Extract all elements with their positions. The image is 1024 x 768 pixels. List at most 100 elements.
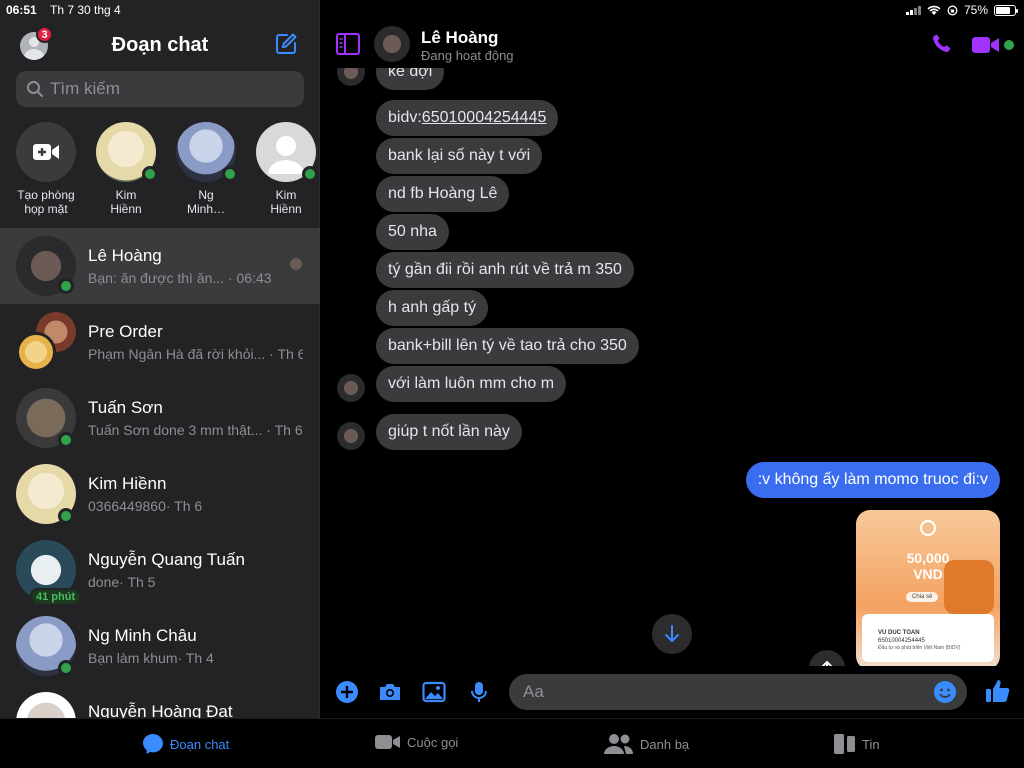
- create-room-circle: [16, 122, 76, 182]
- online-dot: [222, 166, 238, 182]
- conversation-item[interactable]: Tuấn Sơn Tuấn Sơn done 3 mm thật... · Th…: [0, 380, 320, 456]
- online-indicator: [1004, 40, 1014, 50]
- thumbs-up-icon[interactable]: [985, 678, 1011, 704]
- tab-label: Cuộc gọi: [407, 734, 459, 750]
- search-icon: [27, 81, 43, 97]
- contact-avatar[interactable]: [374, 26, 410, 62]
- online-dot: [142, 166, 158, 182]
- group-avatar-front: [16, 332, 56, 372]
- conversation-list: Lê Hoàng Bạn: ăn được thì ăn... · 06:43 …: [0, 228, 320, 718]
- status-date: Th 7 30 thg 4: [50, 3, 121, 17]
- sender-avatar: [337, 374, 365, 402]
- conversation-snippet: Tuấn Sơn done 3 mm thật... · Th 6: [88, 422, 303, 438]
- emoji-icon[interactable]: [933, 680, 957, 704]
- story-kim-hien-2[interactable]: Kim Hiềnn: [246, 122, 326, 216]
- conversation-item[interactable]: 41 phút Nguyễn Quang Tuấn done· Th 5: [0, 532, 320, 608]
- sidebar-toggle-icon[interactable]: [336, 33, 360, 55]
- message-bubble[interactable]: bidv:65010004254445: [376, 100, 559, 136]
- microphone-icon[interactable]: [467, 680, 491, 704]
- share-button[interactable]: [809, 650, 845, 666]
- conversation-name: Nguyễn Quang Tuấn: [88, 550, 245, 569]
- stories-icon: [834, 734, 855, 754]
- message-area: kê đợi bidv:65010004254445 bank lại số n…: [321, 68, 1024, 666]
- story-label-4a: Kim: [275, 188, 297, 202]
- wifi-icon: [927, 5, 941, 15]
- conversation-name: Kim Hiềnn: [88, 474, 167, 493]
- add-icon[interactable]: [335, 680, 359, 704]
- story-avatar: [256, 122, 318, 182]
- video-call-icon[interactable]: [972, 35, 1000, 55]
- tab-label: Đoạn chat: [170, 736, 230, 752]
- online-dot: [58, 432, 74, 448]
- online-dot: [302, 166, 318, 182]
- stories-row: Tạo phòng họp mặt Kim Hiềnn Ng Minh… Kim Hiề…: [0, 122, 320, 222]
- tab-calls[interactable]: Cuộc gọi: [375, 733, 458, 751]
- message-bubble[interactable]: giúp t nốt lần này: [376, 414, 522, 450]
- message-bubble[interactable]: bank+bill lên tý về tao trả cho 350: [376, 328, 639, 364]
- story-kim-hien[interactable]: Kim Hiềnn: [86, 122, 166, 216]
- story-label-4b: Hiềnn: [270, 202, 302, 216]
- conversation-snippet: Bạn: ăn được thì ăn... · 06:43: [88, 270, 272, 286]
- conversation-item[interactable]: Nguyễn Hoàng Đạt: [0, 684, 320, 718]
- message-bubble[interactable]: 50 nha: [376, 214, 449, 250]
- story-label-2b: Hiềnn: [110, 202, 142, 216]
- receipt-amount: 50,000 VND: [906, 550, 950, 582]
- phone-icon[interactable]: [930, 32, 954, 56]
- online-dot: [58, 278, 74, 294]
- tab-chats[interactable]: Đoạn chat: [142, 733, 229, 755]
- sender-avatar: [337, 68, 365, 86]
- message-input-placeholder: Aa: [523, 682, 544, 701]
- search-input[interactable]: Tìm kiếm: [16, 71, 304, 107]
- signal-icon: [905, 5, 921, 15]
- receipt-account: 65010004254445: [878, 638, 925, 644]
- check-icon: [920, 520, 936, 536]
- message-bubble[interactable]: tý gần đii rồi anh rút về trả m 350: [376, 252, 634, 288]
- story-label-1b: họp mặt: [24, 202, 68, 216]
- status-right: 75%: [905, 3, 1018, 17]
- receipt-recipient: VU DUC TOAN: [878, 630, 920, 636]
- contact-name[interactable]: Lê Hoàng: [421, 28, 498, 48]
- account-number-link[interactable]: 65010004254445: [422, 109, 547, 126]
- tab-label: Tin: [862, 736, 880, 752]
- chat-bubble-icon: [143, 734, 163, 754]
- tiger-illustration: [944, 560, 994, 614]
- tab-stories[interactable]: Tin: [834, 733, 880, 755]
- receipt-image[interactable]: 50,000 VND Chia sẻ VU DUC TOAN 650100042…: [856, 510, 1000, 666]
- conversation-snippet: done· Th 5: [88, 574, 156, 590]
- story-create-room[interactable]: Tạo phòng họp mặt: [6, 122, 86, 216]
- receipt-share: Chia sẻ: [906, 592, 939, 602]
- tab-contacts[interactable]: Danh bạ: [604, 733, 689, 755]
- tab-bar: Đoạn chat Cuộc gọi Danh bạ Tin: [0, 718, 1024, 768]
- conversation-snippet: Bạn làm khum· Th 4: [88, 650, 214, 666]
- message-bubble[interactable]: bank lại số này t với: [376, 138, 543, 174]
- conversation-item[interactable]: Ng Minh Châu Bạn làm khum· Th 4: [0, 608, 320, 684]
- story-label-2a: Kim: [115, 188, 137, 202]
- battery-icon: [994, 4, 1018, 16]
- status-bar: 06:51 Th 7 30 thg 4 75%: [0, 0, 1024, 20]
- conversation-item[interactable]: Lê Hoàng Bạn: ăn được thì ăn... · 06:43: [0, 228, 320, 304]
- story-ng-minh[interactable]: Ng Minh…: [166, 122, 246, 216]
- message-bubble[interactable]: h anh gấp tý: [376, 290, 489, 326]
- sidebar-title: Đoạn chat: [111, 34, 209, 56]
- message-text: bidv:: [388, 109, 422, 126]
- scroll-down-button[interactable]: [652, 614, 692, 654]
- status-time: 06:51: [6, 3, 37, 17]
- conversation-item[interactable]: Pre Order Phạm Ngân Hà đã rời khỏi... · …: [0, 304, 320, 380]
- sender-avatar: [337, 422, 365, 450]
- search-placeholder: Tìm kiếm: [50, 79, 120, 98]
- conversation-snippet: Phạm Ngân Hà đã rời khỏi... · Th 6: [88, 346, 303, 362]
- message-bubble[interactable]: nd fb Hoàng Lê: [376, 176, 510, 212]
- conversation-name: Nguyễn Hoàng Đạt: [88, 702, 233, 718]
- online-dot: [58, 660, 74, 676]
- conversation-name: Tuấn Sơn: [88, 398, 163, 417]
- image-icon[interactable]: [422, 680, 446, 704]
- conversation-item[interactable]: Kim Hiềnn 0366449860· Th 6: [0, 456, 320, 532]
- message-input[interactable]: Aa: [509, 674, 967, 710]
- camera-icon[interactable]: [378, 680, 402, 704]
- conversation-name: Ng Minh Châu: [88, 626, 197, 645]
- message-bubble[interactable]: kê đợi: [376, 68, 445, 90]
- compose-icon[interactable]: [274, 32, 298, 56]
- video-camera-icon: [375, 735, 400, 749]
- message-bubble[interactable]: với làm luôn mm cho m: [376, 366, 567, 402]
- message-bubble-outgoing[interactable]: :v không ấy làm momo truoc đi:v: [745, 462, 1000, 498]
